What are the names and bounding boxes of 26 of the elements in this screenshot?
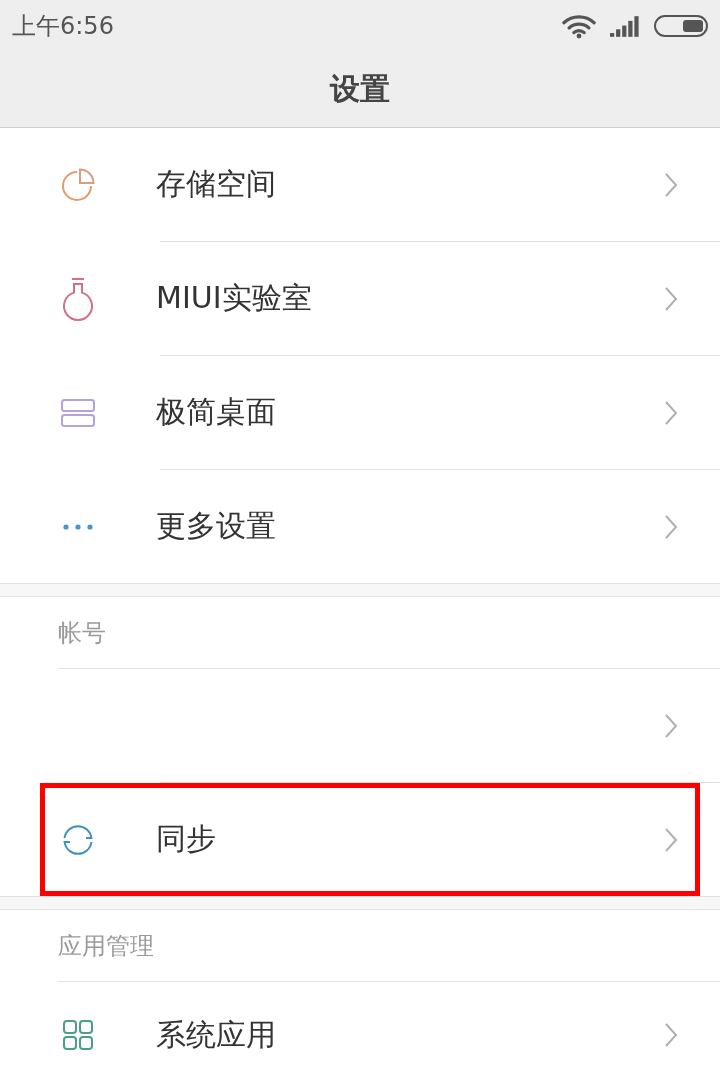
sync-icon xyxy=(62,823,94,856)
battery-icon xyxy=(654,15,708,37)
chevron-right-icon xyxy=(664,826,678,853)
settings-row[interactable]: 存储空间 xyxy=(0,128,720,241)
settings-row[interactable]: MIUI实验室 xyxy=(0,242,720,355)
page-title: 设置 xyxy=(330,70,390,108)
section-header: 帐号 xyxy=(58,617,106,649)
chevron-right-icon xyxy=(664,712,678,739)
settings-row[interactable]: 系统应用 xyxy=(0,982,720,1088)
settings-row[interactable]: 更多设置 xyxy=(0,470,720,583)
wifi-icon xyxy=(562,13,596,39)
status-time: 上午6:56 xyxy=(12,11,114,42)
settings-row[interactable]: 极简桌面 xyxy=(0,356,720,469)
chevron-right-icon xyxy=(664,171,678,198)
settings-row[interactable]: 同步 xyxy=(0,783,720,896)
grid-icon xyxy=(63,1020,93,1050)
flask-icon xyxy=(61,275,95,322)
more-icon xyxy=(63,523,93,530)
chevron-right-icon xyxy=(664,1022,678,1048)
chevron-right-icon xyxy=(664,285,678,312)
signal-icon xyxy=(610,15,640,37)
chevron-right-icon xyxy=(664,513,678,540)
pie-chart-icon xyxy=(61,167,95,202)
stacked-panels-icon xyxy=(61,398,95,427)
chevron-right-icon xyxy=(664,399,678,426)
section-header: 应用管理 xyxy=(58,930,154,962)
